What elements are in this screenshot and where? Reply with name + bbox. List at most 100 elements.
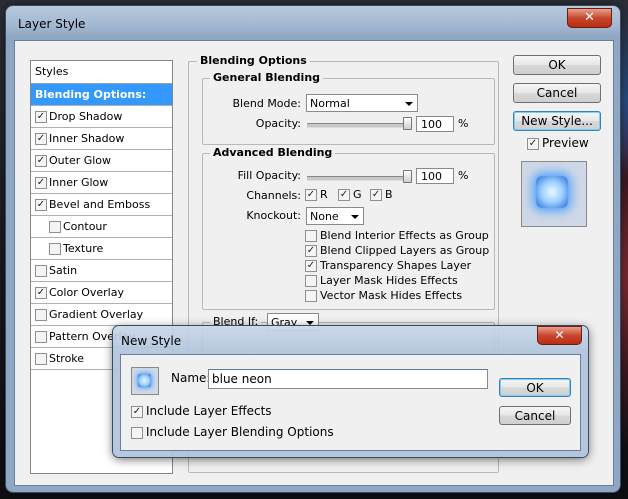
opacity-percent: % <box>458 117 469 130</box>
dialog-cancel-button[interactable]: Cancel <box>499 406 571 425</box>
include-blending-options-checkbox[interactable]: Include Layer Blending Options <box>131 426 334 440</box>
style-item[interactable]: Texture <box>31 238 172 260</box>
style-item-label: Contour <box>63 220 107 233</box>
style-item-label: Drop Shadow <box>49 110 123 123</box>
chevron-down-icon <box>351 215 359 219</box>
style-item[interactable]: Contour <box>31 216 172 238</box>
preview-checkbox[interactable]: ✓ Preview <box>527 137 589 151</box>
style-item-label: Stroke <box>49 352 85 365</box>
fill-opacity-slider-thumb[interactable] <box>403 170 412 183</box>
advanced-option-checkbox[interactable]: ✓ Transparency Shapes Layer <box>305 259 471 273</box>
channel-g-checkbox[interactable]: ✓ G <box>338 188 362 202</box>
check-icon[interactable]: ✓ <box>35 155 47 167</box>
advanced-option-label: Transparency Shapes Layer <box>320 259 472 272</box>
styles-header[interactable]: Styles <box>31 61 172 84</box>
opacity-label: Opacity: <box>255 117 301 130</box>
close-icon[interactable]: ✕ <box>567 8 612 28</box>
check-icon[interactable]: ✓ <box>35 133 47 145</box>
dialog-close-icon[interactable]: ✕ <box>537 326 582 345</box>
general-blending-title: General Blending <box>210 71 324 84</box>
cancel-button[interactable]: Cancel <box>513 83 601 103</box>
blend-mode-label: Blend Mode: <box>232 97 302 110</box>
dialog-client: Name: blue neon ✓ Include Layer Effects I… <box>120 354 581 451</box>
style-name-input[interactable]: blue neon <box>208 369 488 389</box>
style-item-label: Color Overlay <box>49 286 124 299</box>
checkbox-box <box>131 427 143 439</box>
advanced-option-checkbox[interactable]: Blend Interior Effects as Group <box>305 229 489 243</box>
style-item[interactable]: ✓ Outer Glow <box>31 150 172 172</box>
style-item-label: Satin <box>49 264 78 277</box>
style-item[interactable]: ✓ Inner Glow <box>31 172 172 194</box>
advanced-option-label: Blend Interior Effects as Group <box>320 229 489 242</box>
channel-r-label: R <box>320 188 328 201</box>
knockout-select[interactable]: None <box>306 207 364 225</box>
channel-g-label: G <box>353 188 362 201</box>
check-icon[interactable]: ✓ <box>35 177 47 189</box>
channel-b-checkbox[interactable]: ✓ B <box>370 188 393 202</box>
window-title: Layer Style <box>18 17 86 31</box>
style-item-label: Inner Shadow <box>49 132 125 145</box>
chevron-down-icon <box>405 102 413 106</box>
style-item[interactable]: ✓ Inner Shadow <box>31 128 172 150</box>
check-icon: ✓ <box>338 189 350 201</box>
new-style-button[interactable]: New Style... <box>513 111 601 131</box>
check-icon[interactable]: ✓ <box>35 111 47 123</box>
checkbox-box <box>305 290 317 302</box>
style-item[interactable]: ✓ Bevel and Emboss <box>31 194 172 216</box>
style-item[interactable]: ✓ Color Overlay <box>31 282 172 304</box>
style-item-label: Bevel and Emboss <box>49 198 151 211</box>
checkbox-box[interactable] <box>35 309 47 321</box>
channel-b-label: B <box>385 188 393 201</box>
style-item[interactable]: ✓ Drop Shadow <box>31 106 172 128</box>
fill-opacity-slider[interactable] <box>307 176 411 181</box>
advanced-option-checkbox[interactable]: Layer Mask Hides Effects <box>305 274 458 288</box>
preview-label: Preview <box>542 136 589 150</box>
style-item-label: Outer Glow <box>49 154 112 167</box>
preview-swatch <box>536 176 568 208</box>
checkbox-box[interactable] <box>49 221 61 233</box>
advanced-option-checkbox[interactable]: ✓ Blend Clipped Layers as Group <box>305 244 489 258</box>
checkbox-box <box>305 275 317 287</box>
dialog-ok-button[interactable]: OK <box>499 378 571 397</box>
advanced-blending-title: Advanced Blending <box>210 146 336 159</box>
checkbox-box[interactable] <box>35 265 47 277</box>
fill-opacity-percent: % <box>458 169 469 182</box>
check-icon[interactable]: ✓ <box>35 287 47 299</box>
blending-options-title: Blending Options <box>197 54 310 67</box>
checkbox-box[interactable] <box>35 331 47 343</box>
check-icon: ✓ <box>131 406 143 418</box>
fill-opacity-label: Fill Opacity: <box>237 169 301 182</box>
opacity-slider[interactable] <box>307 123 411 128</box>
check-icon: ✓ <box>305 260 317 272</box>
ok-button[interactable]: OK <box>513 55 601 75</box>
include-layer-effects-label: Include Layer Effects <box>146 404 272 418</box>
opacity-input[interactable]: 100 <box>416 116 454 132</box>
channel-r-checkbox[interactable]: ✓ R <box>305 188 328 202</box>
check-icon: ✓ <box>527 138 539 150</box>
advanced-option-checkbox[interactable]: Vector Mask Hides Effects <box>305 289 462 303</box>
include-layer-effects-checkbox[interactable]: ✓ Include Layer Effects <box>131 405 272 419</box>
blend-mode-value: Normal <box>310 97 350 110</box>
checkbox-box[interactable] <box>49 243 61 255</box>
style-item-label: Texture <box>63 242 104 255</box>
style-item-label: Inner Glow <box>49 176 109 189</box>
style-swatch-icon <box>131 367 159 395</box>
advanced-option-label: Blend Clipped Layers as Group <box>320 244 490 257</box>
check-icon: ✓ <box>305 245 317 257</box>
knockout-label: Knockout: <box>246 209 301 222</box>
dialog-title: New Style <box>121 334 182 348</box>
blend-mode-select[interactable]: Normal <box>306 94 418 112</box>
opacity-slider-thumb[interactable] <box>403 117 412 130</box>
style-item[interactable]: Gradient Overlay <box>31 304 172 326</box>
check-icon[interactable]: ✓ <box>35 199 47 211</box>
knockout-value: None <box>310 210 339 223</box>
checkbox-box[interactable] <box>35 353 47 365</box>
name-label: Name: <box>171 371 211 385</box>
include-blending-options-label: Include Layer Blending Options <box>146 425 334 439</box>
style-item[interactable]: Satin <box>31 260 172 282</box>
fill-opacity-input[interactable]: 100 <box>416 168 454 184</box>
style-item[interactable]: Blending Options: Default <box>31 84 172 122</box>
checkbox-box <box>305 230 317 242</box>
advanced-option-label: Layer Mask Hides Effects <box>320 274 458 287</box>
advanced-blending-group: Advanced Blending Fill Opacity: 100 % Ch… <box>202 146 495 310</box>
